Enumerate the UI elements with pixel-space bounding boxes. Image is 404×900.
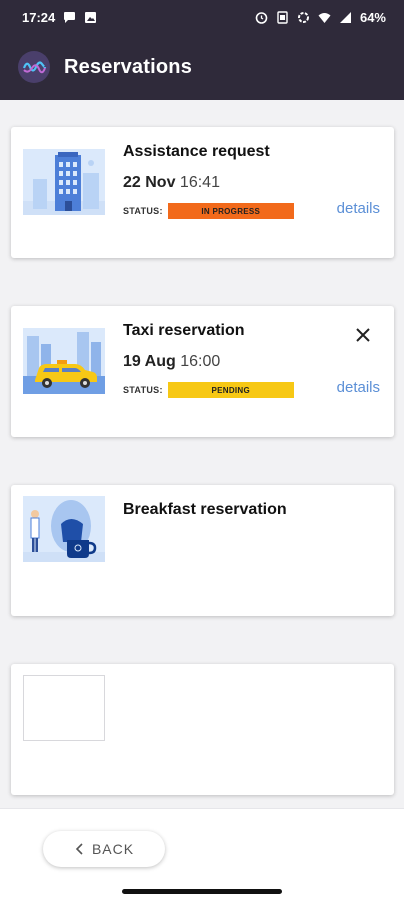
app-logo-icon — [18, 51, 50, 83]
close-icon[interactable] — [354, 326, 372, 344]
bottom-bar: BACK — [0, 808, 404, 900]
reservation-datetime: 22 Nov 16:41 — [123, 174, 220, 192]
vibrate-icon — [276, 10, 289, 24]
reservations-list: Assistance request 22 Nov 16:41 STATUS: … — [0, 100, 404, 808]
reservation-title: Breakfast reservation — [123, 501, 287, 518]
back-button-label: BACK — [91, 841, 135, 857]
reservation-card-breakfast[interactable]: Breakfast reservation — [11, 485, 394, 616]
reservation-card-assistance[interactable]: Assistance request 22 Nov 16:41 STATUS: … — [11, 127, 394, 258]
page-title: Reservations — [64, 55, 193, 78]
details-link[interactable]: details — [337, 379, 380, 396]
status-label: STATUS: — [123, 385, 163, 395]
reservation-datetime: 19 Aug 16:00 — [123, 353, 220, 371]
status-badge: PENDING — [167, 382, 294, 398]
signal-icon — [339, 11, 352, 24]
reservation-title: Taxi reservation — [123, 322, 245, 339]
details-link[interactable]: details — [337, 200, 380, 217]
hotel-building-illustration — [23, 149, 105, 215]
clock: 17:24 — [22, 9, 56, 25]
reservation-card-taxi[interactable]: Taxi reservation 19 Aug 16:00 STATUS: PE… — [11, 306, 394, 437]
alarm-icon — [255, 11, 268, 24]
status-bar: 17:24 64% — [0, 0, 404, 34]
status-label: STATUS: — [123, 206, 163, 216]
chevron-left-icon — [74, 842, 86, 856]
reservation-title: Assistance request — [123, 143, 270, 160]
taxi-illustration — [23, 328, 105, 394]
status-row: STATUS: PENDING — [123, 382, 294, 398]
reservation-time: 16:41 — [179, 174, 220, 191]
status-bar-right: 64% — [255, 10, 386, 25]
status-badge: IN PROGRESS — [167, 203, 294, 219]
reservation-card-empty[interactable] — [11, 664, 394, 795]
status-bar-left: 17:24 — [22, 10, 97, 25]
reservation-date: 22 Nov — [123, 174, 176, 191]
back-button[interactable]: BACK — [43, 831, 165, 867]
image-icon — [84, 11, 97, 24]
reservation-date: 19 Aug — [123, 353, 176, 370]
breakfast-illustration — [23, 496, 105, 562]
chat-bubble-icon — [63, 11, 76, 24]
reservation-time: 16:00 — [180, 353, 221, 370]
gesture-nav-handle[interactable] — [122, 889, 282, 894]
image-placeholder — [23, 675, 105, 741]
status-row: STATUS: IN PROGRESS — [123, 203, 294, 219]
wifi-icon — [318, 11, 331, 24]
battery-level: 64% — [359, 9, 386, 25]
app-bar: Reservations — [0, 34, 404, 100]
data-saver-icon — [297, 11, 310, 24]
